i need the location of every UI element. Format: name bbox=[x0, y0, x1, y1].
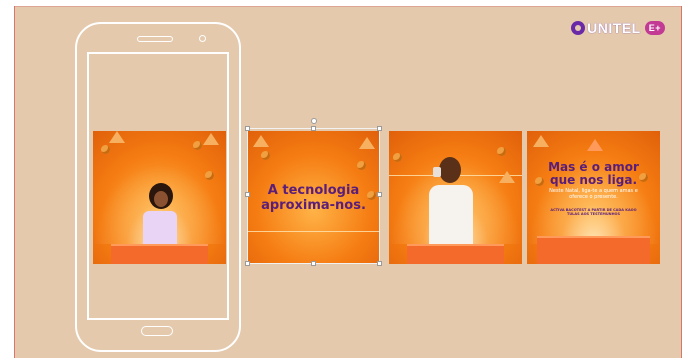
man-head bbox=[439, 157, 461, 183]
rotate-handle[interactable] bbox=[311, 118, 317, 124]
star-icon bbox=[253, 135, 269, 147]
tile-man-with-tin-can-phone[interactable] bbox=[389, 131, 522, 264]
phone-home-button bbox=[141, 326, 173, 336]
headline-line-1: A tecnologia bbox=[267, 183, 360, 198]
gift-box bbox=[537, 236, 650, 264]
tile-gift-box[interactable]: Mas é o amor que nos liga. Neste Natal, … bbox=[527, 131, 660, 264]
string-line bbox=[247, 231, 380, 232]
star-icon bbox=[109, 131, 125, 143]
subheading-text: Neste Natal, liga-te a quem amas e ofere… bbox=[549, 188, 638, 200]
unitel-logo-mark-icon bbox=[571, 21, 586, 35]
tin-can-icon bbox=[433, 167, 441, 177]
ornament-icon bbox=[497, 147, 506, 156]
girl-face bbox=[154, 191, 168, 207]
man-body bbox=[429, 185, 473, 249]
gift-box bbox=[407, 244, 504, 264]
gift-box bbox=[111, 244, 208, 264]
logo-text: UNITEL bbox=[587, 20, 641, 36]
phone-camera bbox=[199, 35, 206, 42]
legal-text: ACTIVA BACOTEST A PARTIR DE CADA KAOO TU… bbox=[550, 208, 637, 216]
phone-speaker bbox=[137, 36, 173, 42]
ornament-icon bbox=[261, 151, 270, 160]
star-icon bbox=[499, 171, 515, 183]
headline-line-2: aproxima-nos. bbox=[261, 198, 366, 213]
gift-bow-icon bbox=[587, 139, 603, 151]
design-canvas[interactable]: UNITEL E+ A tecnologia aproxima-nos. Mas… bbox=[14, 6, 682, 358]
ornament-icon bbox=[193, 141, 202, 150]
star-icon bbox=[203, 133, 219, 145]
tile-girl-with-phone[interactable] bbox=[93, 131, 226, 264]
unitel-logo: UNITEL E+ bbox=[571, 20, 665, 36]
logo-badge: E+ bbox=[644, 21, 665, 35]
girl-body bbox=[143, 211, 177, 247]
ornament-icon bbox=[101, 145, 110, 154]
ornament-icon bbox=[393, 153, 402, 162]
headline-text: A tecnologia aproxima-nos. bbox=[247, 183, 380, 213]
star-icon bbox=[533, 135, 549, 147]
ornament-icon bbox=[205, 171, 214, 180]
star-icon bbox=[359, 137, 375, 149]
tile-headline[interactable]: A tecnologia aproxima-nos. bbox=[247, 131, 380, 264]
ornament-icon bbox=[357, 161, 366, 170]
guide-line bbox=[15, 6, 681, 7]
headline-line-2: que nos liga. bbox=[549, 173, 638, 187]
headline-text: Mas é o amor que nos liga. bbox=[527, 161, 660, 187]
